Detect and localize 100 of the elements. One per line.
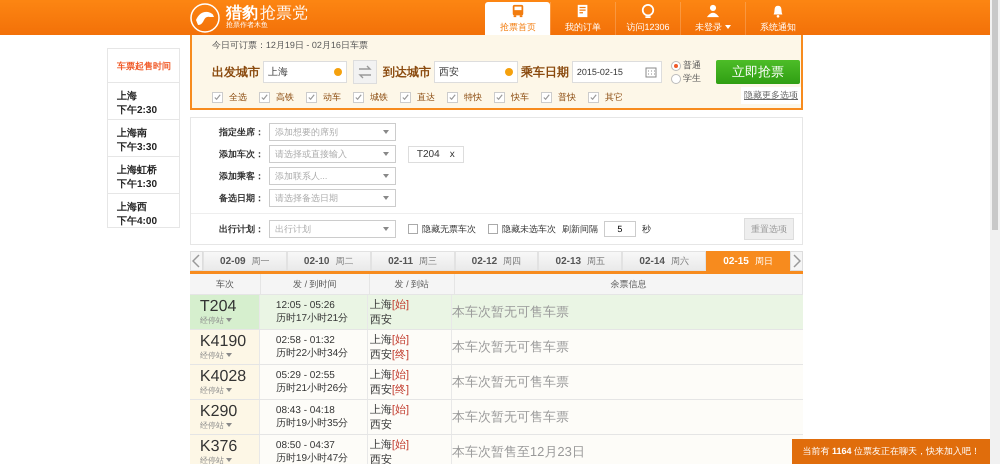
date-tab[interactable]: 02-10 周二 <box>286 251 371 271</box>
ring-icon <box>641 4 655 18</box>
stops-toggle[interactable]: 经停站 <box>200 384 259 396</box>
hide-checkbox[interactable]: 隐藏无票车次 <box>408 222 476 236</box>
departure-arrival-time: 12:05 - 05:26 <box>276 300 336 310</box>
duration-text: 历时19小时47分 <box>276 452 350 464</box>
train-type-checkbox[interactable]: 高铁 <box>258 91 294 104</box>
field-label: 乘车日期 <box>520 64 569 80</box>
date-tab[interactable]: 02-13 周五 <box>538 251 622 271</box>
chevron-left-icon <box>192 254 200 268</box>
hide-options-link[interactable]: 隐藏更多选项 <box>741 87 801 104</box>
date-tab[interactable]: 02-12 周四 <box>454 251 538 271</box>
column-header: 余票信息 <box>454 274 803 294</box>
checkmark-icon <box>494 93 504 102</box>
chevron-right-icon <box>792 254 801 268</box>
chat-toast[interactable]: 当前有 1164 位票友正在聊天，快来加入吧！ <box>792 439 990 464</box>
refresh-input[interactable]: 5 <box>604 221 636 237</box>
bell-icon <box>771 4 785 18</box>
calendar-icon <box>644 66 657 78</box>
column-header: 发 / 到时间 <box>260 274 370 294</box>
scrollbar[interactable] <box>990 0 1000 464</box>
checkmark-icon <box>306 93 316 102</box>
train-number: K376 <box>200 438 238 454</box>
date-tab[interactable]: 02-09 周一 <box>202 251 287 271</box>
duration-text: 历时17小时21分 <box>276 312 350 324</box>
departure-arrival-time: 08:50 - 04:37 <box>276 440 336 450</box>
column-header: 车次 <box>190 274 261 294</box>
date-field[interactable]: 2015-02-15 <box>572 61 662 83</box>
ticket-info: 本车次暂无可售车票 <box>452 303 570 321</box>
remove-tag-button[interactable]: x <box>450 148 455 160</box>
checkmark-icon <box>588 93 598 102</box>
ticket-type-radio[interactable]: 普通 <box>670 59 701 72</box>
train-type-checkbox[interactable]: 普快 <box>540 91 576 104</box>
train-row[interactable]: K4190 经停站 02:58 - 01:32 历时22小时34分 上海[始] 西安[终] 本车次暂无可售车票 <box>190 330 803 365</box>
checkmark-icon <box>260 93 269 102</box>
sale-time: 下午4:00 <box>117 214 158 228</box>
train-row[interactable]: T204 经停站 12:05 - 05:26 历时17小时21分 上海[始] 西安 本车次暂无可售车票 <box>190 295 803 330</box>
field-label: 到达城市 <box>382 64 431 80</box>
swap-icon <box>356 65 373 79</box>
city-field[interactable]: 上海 <box>262 61 347 83</box>
option-label: 添加车次： <box>218 148 263 160</box>
train-number: T204 <box>200 298 238 314</box>
train-type-checkbox[interactable]: 快车 <box>494 91 529 104</box>
option-label: 备选日期： <box>218 192 263 204</box>
train-row[interactable]: K290 经停站 08:43 - 04:18 历时19小时35分 上海[始] 西安 本车次暂无可售车票 <box>190 400 803 435</box>
panel-title: 车票起售时间 <box>108 49 179 83</box>
swap-button[interactable] <box>352 60 377 84</box>
hide-checkbox[interactable]: 隐藏未选车次 <box>488 222 556 236</box>
sale-time: 下午1:30 <box>117 178 158 191</box>
train-type-checkbox[interactable]: 全选 <box>212 91 247 104</box>
previous-button[interactable] <box>190 251 203 271</box>
brand-subname: 抢票党 <box>260 4 308 22</box>
sale-time: 下午2:30 <box>117 104 158 117</box>
departure-arrival-time: 08:43 - 04:18 <box>276 404 336 416</box>
ticket-type-radio[interactable]: 学生 <box>670 72 701 85</box>
refresh-label: 刷新间隔 <box>562 222 598 236</box>
stops-toggle[interactable]: 经停站 <box>200 454 259 464</box>
station-name: 上海西 <box>117 200 148 214</box>
checkmark-icon <box>354 93 363 102</box>
train-type-checkbox[interactable]: 直达 <box>400 91 435 104</box>
train-type-checkbox[interactable]: 城铁 <box>352 91 388 104</box>
cheetah-logo-icon <box>190 2 220 32</box>
field-label: 出发城市 <box>212 64 260 80</box>
station-name: 上海 <box>117 90 138 103</box>
train-number: K4190 <box>200 334 248 350</box>
station-name: 上海南 <box>117 126 148 140</box>
option-label: 指定坐席： <box>218 126 263 138</box>
dropdown-icon <box>334 68 342 76</box>
stops-toggle[interactable]: 经停站 <box>200 350 259 360</box>
next-button[interactable] <box>790 251 804 271</box>
train-type-checkbox[interactable]: 其它 <box>588 91 623 104</box>
departure-arrival-time: 02:58 - 01:32 <box>276 334 336 346</box>
unit-label: 秒 <box>642 222 651 236</box>
train-tag: T204 x <box>408 146 464 162</box>
duration-text: 历时21小时26分 <box>276 382 350 394</box>
option-label: 出行计划： <box>218 222 263 236</box>
checkmark-icon <box>448 93 457 102</box>
date-tab[interactable]: 02-14 周六 <box>622 251 706 271</box>
ticket-info: 本车次暂售至12月23日 <box>452 443 586 461</box>
train-row[interactable]: K4028 经停站 05:29 - 02:55 历时21小时26分 上海[始] 西安[终] 本车次暂无可售车票 <box>190 365 803 400</box>
user-icon <box>706 4 720 18</box>
train-type-checkbox[interactable]: 动车 <box>306 91 341 104</box>
booking-notice: 今日可订票：12月19日 - 02月16日车票 <box>212 39 369 52</box>
checkmark-icon <box>542 93 551 102</box>
train-number: K4028 <box>200 368 248 384</box>
station-name: 上海[始] <box>370 438 410 452</box>
bus-icon <box>511 4 525 18</box>
brand-name: 猎豹 <box>226 4 258 22</box>
column-header: 发 / 到站 <box>370 274 455 294</box>
station-name: 西安 <box>370 312 393 327</box>
date-tab[interactable]: 02-11 周三 <box>370 251 455 271</box>
station-name: 上海[始] <box>370 333 410 347</box>
ticket-info: 本车次暂无可售车票 <box>452 373 570 391</box>
station-name: 西安 <box>370 418 393 432</box>
city-field[interactable]: 西安 <box>434 61 518 83</box>
station-name: 上海[始] <box>370 298 410 312</box>
stops-toggle[interactable]: 经停站 <box>200 420 259 430</box>
option-label: 添加乘客： <box>218 170 263 182</box>
station-name: 上海虹桥 <box>117 164 158 177</box>
train-type-checkbox[interactable]: 特快 <box>446 91 482 104</box>
